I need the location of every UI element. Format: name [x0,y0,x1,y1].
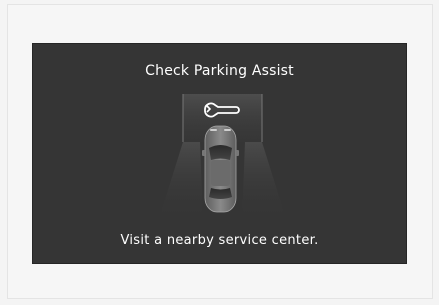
parking-assist-illustration [128,94,313,222]
page: Check Parking Assist Visit a nearby serv… [0,0,439,305]
warning-title: Check Parking Assist [145,63,294,79]
right-lane [242,142,287,222]
warning-message: Visit a nearby service center. [120,233,319,248]
car-top-view-icon [202,125,239,213]
left-lane [158,142,203,222]
cluster-display: Check Parking Assist Visit a nearby serv… [32,43,407,264]
